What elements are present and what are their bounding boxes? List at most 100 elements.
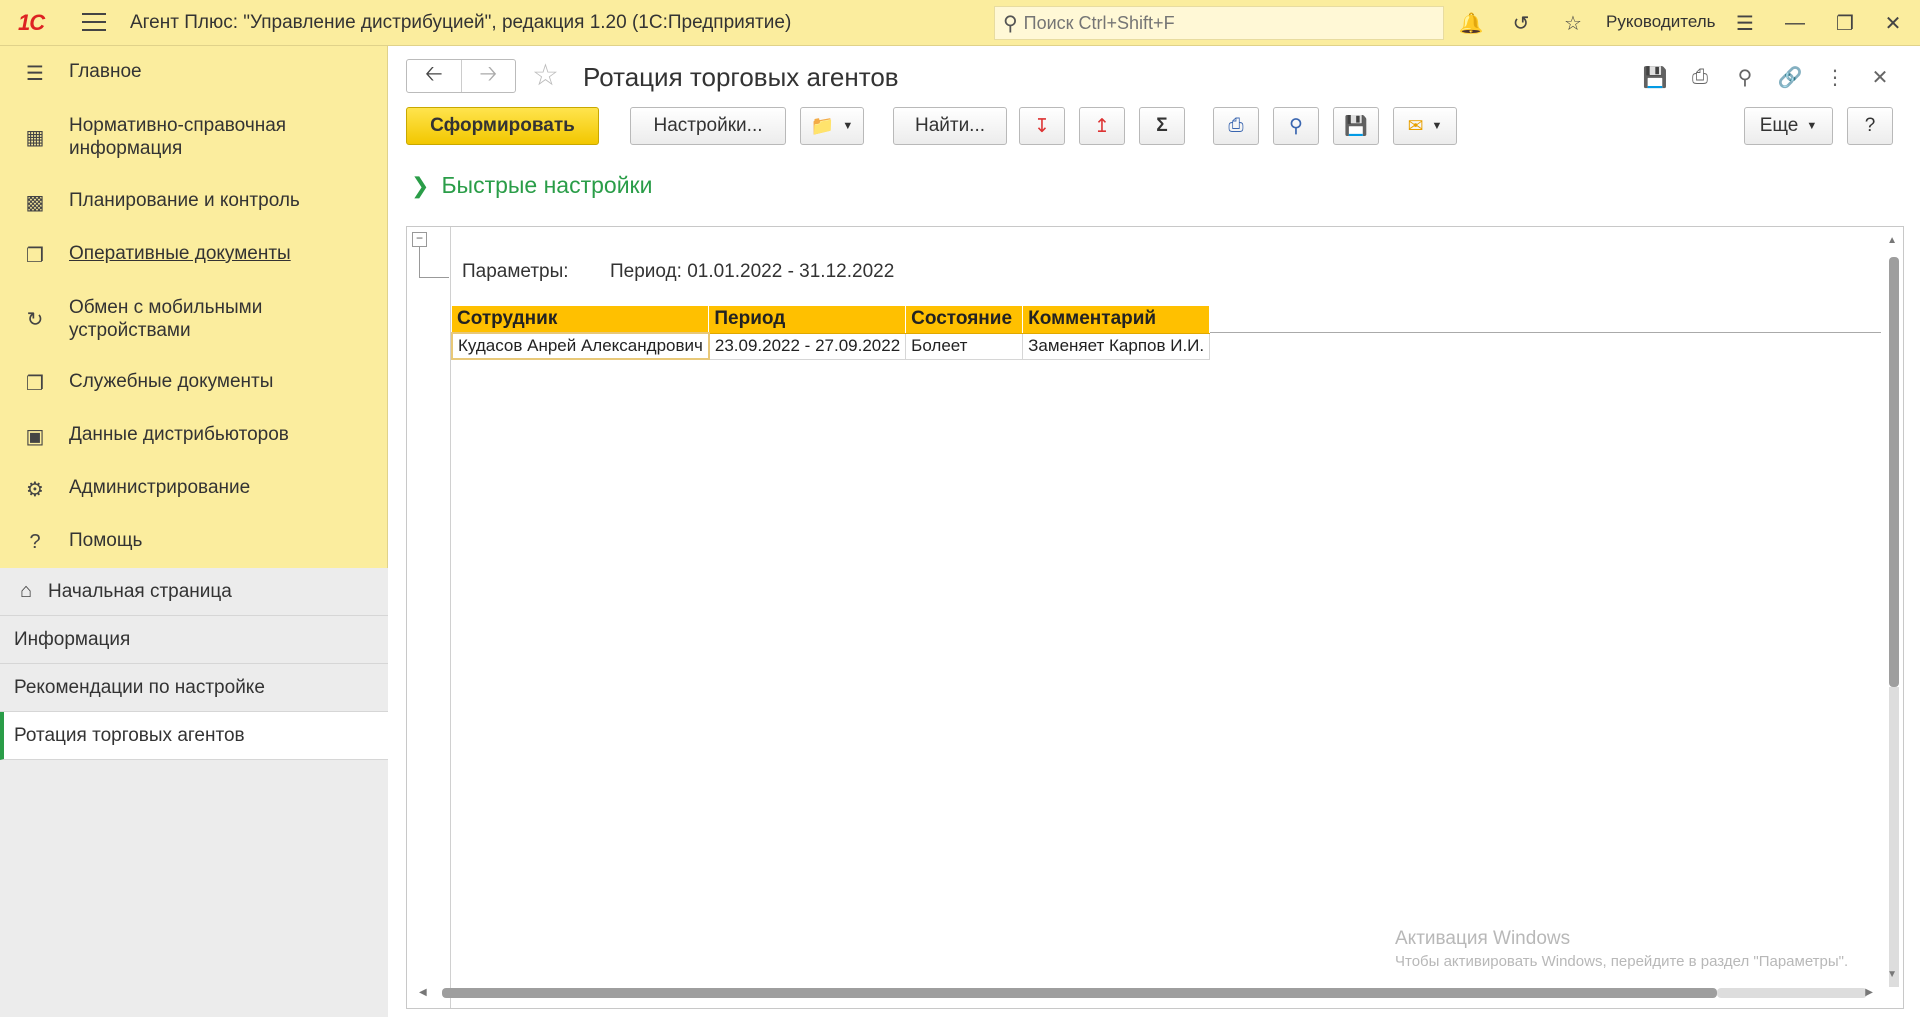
scroll-down-icon[interactable]: ▼	[1887, 969, 1897, 980]
books-icon: ▦	[25, 126, 45, 149]
favorites-star-icon[interactable]: ☆	[1560, 10, 1586, 36]
open-window-label: Информация	[14, 628, 131, 650]
table-cell[interactable]: Заменяет Карпов И.И.	[1022, 332, 1211, 360]
horizontal-scrollbar[interactable]	[442, 988, 1717, 998]
chevron-down-icon: ▼	[1431, 120, 1443, 132]
list-icon: ☰	[26, 62, 44, 85]
history-icon[interactable]: ↺	[1508, 10, 1534, 36]
forward-arrow-icon[interactable]: 🡢	[460, 60, 516, 92]
collapse-all-button[interactable]: ↥	[1079, 107, 1125, 145]
sidebar-item-label: Главное	[69, 61, 142, 82]
horizontal-scroll-track[interactable]	[1717, 988, 1867, 998]
home-icon: ⌂	[19, 580, 33, 602]
quick-settings-toggle[interactable]: ❯ Быстрые настройки	[411, 172, 652, 199]
group-line	[419, 277, 449, 278]
table-cell[interactable]: 23.09.2022 - 27.09.2022	[708, 332, 907, 360]
open-window-recommendations[interactable]: Рекомендации по настройке	[0, 664, 388, 712]
close-icon[interactable]: ✕	[1867, 64, 1893, 90]
open-window-label: Рекомендации по настройке	[14, 676, 265, 698]
service-docs-icon: ❐	[26, 372, 44, 395]
find-button[interactable]: Найти...	[893, 107, 1007, 145]
table-cell[interactable]: Болеет	[905, 332, 1024, 360]
more-vertical-icon[interactable]: ⋮	[1822, 64, 1848, 90]
user-name[interactable]: Руководитель	[1606, 12, 1716, 32]
windows-activation-text: Чтобы активировать Windows, перейдите в …	[1395, 953, 1849, 970]
quick-settings-label: Быстрые настройки	[441, 172, 653, 198]
main-area: 🡠 🡢 ☆ Ротация торговых агентов 💾 ⎙ ⚲ 🔗 ⋮…	[389, 46, 1920, 1017]
magnifier-page-icon: ⚲	[1289, 115, 1303, 137]
floppy-icon: 💾	[1344, 116, 1368, 137]
sidebar-item-label: Помощь	[69, 530, 143, 551]
add-favorite-star-icon[interactable]: ☆	[532, 58, 559, 93]
scroll-right-icon[interactable]: ▶	[1865, 987, 1873, 998]
report-spreadsheet[interactable]: − Параметры: Период: 01.01.2022 - 31.12.…	[406, 226, 1904, 1009]
page-title: Ротация торговых агентов	[583, 62, 899, 92]
sync-icon: ↻	[26, 308, 44, 331]
sidebar-item-label: Планирование и контроль	[69, 190, 300, 211]
windows-activation-title: Активация Windows	[1395, 928, 1571, 949]
save-button[interactable]: 💾	[1333, 107, 1379, 145]
printer-icon: ⎙	[1228, 115, 1244, 136]
settings-button[interactable]: Настройки...	[630, 107, 786, 145]
preview-icon[interactable]: ⚲	[1732, 64, 1758, 90]
send-email-button[interactable]: ✉ ▼	[1393, 107, 1457, 145]
sidebar-item-label: Данные дистрибьюторов	[69, 424, 289, 445]
sum-button[interactable]: Σ	[1139, 107, 1185, 145]
open-window-information[interactable]: Информация	[0, 616, 388, 664]
save-form-icon[interactable]: 💾	[1642, 64, 1668, 90]
params-label: Параметры:	[462, 261, 569, 282]
sigma-icon: Σ	[1156, 115, 1168, 136]
title-bar: 1С Агент Плюс: "Управление дистрибуцией"…	[0, 0, 1920, 46]
column-header-employee[interactable]: Сотрудник	[452, 306, 710, 334]
close-window-icon[interactable]: ✕	[1880, 10, 1906, 36]
report-gutter: −	[407, 227, 451, 1008]
back-arrow-icon[interactable]: 🡠	[407, 60, 461, 92]
link-icon[interactable]: 🔗	[1777, 64, 1803, 90]
sidebar-item-label: Администрирование	[69, 477, 251, 498]
print-icon[interactable]: ⎙	[1687, 64, 1713, 90]
vertical-scrollbar[interactable]	[1889, 257, 1899, 687]
column-header-status[interactable]: Состояние	[905, 306, 1024, 334]
chevron-down-icon: ▼	[842, 120, 854, 132]
sort-up-icon: ↥	[1094, 115, 1110, 137]
print-preview-button[interactable]: ⚲	[1273, 107, 1319, 145]
generate-button[interactable]: Сформировать	[406, 107, 599, 145]
scroll-up-icon[interactable]: ▲	[1887, 235, 1897, 246]
gear-icon: ⚙	[26, 478, 44, 501]
group-line	[419, 247, 420, 277]
search-box[interactable]: ⚲	[994, 6, 1444, 40]
app-logo[interactable]: 1С	[18, 10, 45, 36]
more-button[interactable]: Еще ▼	[1744, 107, 1833, 145]
open-windows-list: ⌂ Начальная страница Информация Рекоменд…	[0, 568, 388, 1017]
scroll-left-icon[interactable]: ◀	[419, 987, 427, 998]
help-icon: ?	[29, 530, 41, 553]
folder-icon: 📁	[810, 116, 835, 137]
search-input[interactable]	[1023, 12, 1424, 34]
column-header-period[interactable]: Период	[708, 306, 907, 334]
report-table: Сотрудник Период Состояние Комментарий К…	[451, 306, 1211, 360]
settings-lines-icon[interactable]: ☰	[1732, 10, 1758, 36]
chevron-down-icon: ▼	[1806, 120, 1818, 132]
restore-icon[interactable]: ❐	[1832, 10, 1858, 36]
params-value: Период: 01.01.2022 - 31.12.2022	[610, 261, 895, 282]
open-window-label: Начальная страница	[48, 580, 232, 602]
app-title: Агент Плюс: "Управление дистрибуцией", р…	[130, 12, 792, 33]
bell-icon[interactable]: 🔔	[1458, 10, 1484, 36]
table-cell[interactable]: Кудасов Анрей Александрович	[451, 332, 710, 360]
table-row[interactable]: Кудасов Анрей Александрович 23.09.2022 -…	[451, 332, 1211, 360]
expand-all-button[interactable]: ↧	[1019, 107, 1065, 145]
distributor-icon: ▣	[25, 425, 45, 448]
open-window-agent-rotation[interactable]: Ротация торговых агентов	[0, 712, 388, 760]
print-button[interactable]: ⎙	[1213, 107, 1259, 145]
column-header-comment[interactable]: Комментарий	[1022, 306, 1211, 334]
collapse-group-icon[interactable]: −	[412, 232, 427, 247]
documents-icon: ❐	[26, 244, 44, 267]
vertical-scroll-track[interactable]	[1889, 687, 1899, 987]
variants-dropdown-button[interactable]: 📁 ▼	[800, 107, 864, 145]
minimize-icon[interactable]: —	[1782, 10, 1808, 36]
search-icon: ⚲	[1003, 12, 1018, 35]
menu-icon[interactable]	[82, 13, 106, 33]
help-button[interactable]: ?	[1847, 107, 1893, 145]
open-window-home[interactable]: ⌂ Начальная страница	[0, 568, 388, 616]
sidebar-item-label: Оперативные документы	[69, 243, 291, 264]
